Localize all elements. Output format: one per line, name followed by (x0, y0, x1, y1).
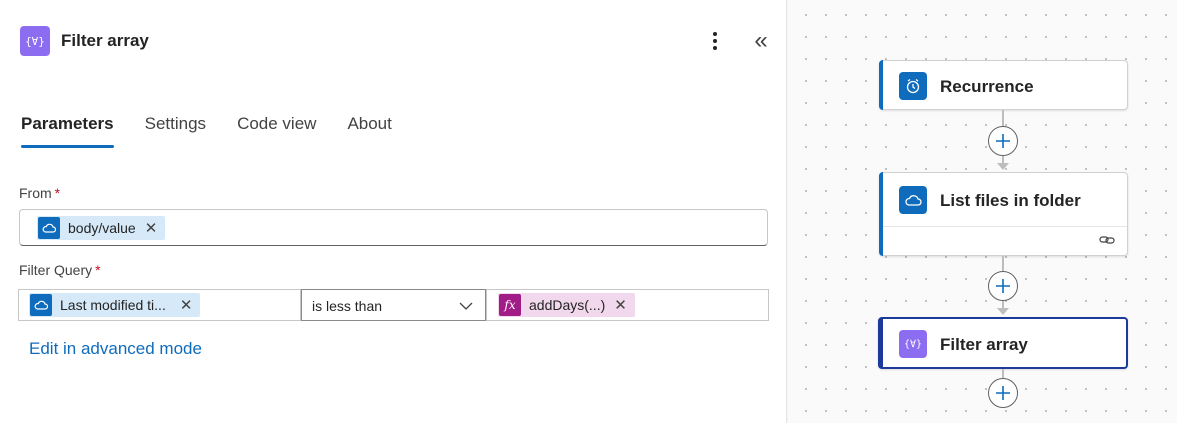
add-new-step-button[interactable] (988, 378, 1018, 408)
more-options-button[interactable] (706, 28, 724, 54)
node-filter-array[interactable]: {∀} Filter array (878, 317, 1128, 369)
tab-parameters[interactable]: Parameters (21, 114, 114, 148)
node-accent-bar (879, 318, 883, 368)
tab-list: Parameters Settings Code view About (21, 114, 423, 148)
remove-token-icon[interactable]: ✕ (145, 219, 158, 237)
filter-array-icon: {∀} (899, 330, 927, 358)
more-dot-icon (713, 32, 717, 36)
node-list-files-in-folder[interactable]: List files in folder (879, 172, 1128, 256)
filter-array-icon: {∀} (20, 26, 50, 56)
more-dot-icon (713, 46, 717, 50)
node-title: List files in folder (940, 191, 1081, 210)
function-icon: fx (499, 294, 521, 316)
operator-dropdown[interactable]: is less than (301, 289, 486, 321)
token-label: body/value (68, 220, 136, 236)
insert-step-button[interactable] (988, 271, 1018, 301)
onedrive-cloud-icon (38, 217, 60, 239)
action-details-panel: {∀} Filter array « Parameters Settings C… (0, 0, 787, 423)
filter-right-operand[interactable]: fx addDays(...) ✕ (486, 289, 769, 321)
chevron-down-icon (459, 290, 473, 333)
panel-header: {∀} Filter array (20, 26, 149, 56)
node-title: Recurrence (940, 77, 1034, 96)
tab-settings[interactable]: Settings (145, 114, 206, 148)
plus-icon (996, 279, 1010, 293)
operator-value: is less than (312, 298, 383, 314)
connector-line (1002, 110, 1004, 126)
insert-step-button[interactable] (988, 126, 1018, 156)
token-label: Last modified ti... (60, 297, 166, 313)
tab-about[interactable]: About (347, 114, 391, 148)
more-dot-icon (713, 39, 717, 43)
plus-icon (996, 134, 1010, 148)
connector-line (1002, 256, 1004, 271)
body-value-token[interactable]: body/value ✕ (37, 216, 166, 240)
add-days-expression-token[interactable]: fx addDays(...) ✕ (498, 293, 635, 317)
edit-advanced-mode-link[interactable]: Edit in advanced mode (29, 339, 202, 359)
onedrive-cloud-icon (30, 294, 52, 316)
node-recurrence[interactable]: Recurrence (879, 60, 1128, 110)
from-label: From * (19, 185, 60, 201)
token-label: addDays(...) (529, 297, 606, 313)
panel-title: Filter array (61, 31, 149, 50)
last-modified-token[interactable]: Last modified ti... ✕ (29, 293, 201, 317)
plus-icon (996, 386, 1010, 400)
connection-link-icon[interactable] (1099, 233, 1115, 251)
node-divider (883, 226, 1127, 227)
clock-icon (899, 72, 927, 100)
node-title: Filter array (940, 335, 1028, 354)
connector-line (1002, 369, 1004, 378)
tab-code-view[interactable]: Code view (237, 114, 316, 148)
collapse-panel-button[interactable]: « (748, 26, 774, 56)
remove-token-icon[interactable]: ✕ (614, 296, 627, 314)
filter-query-label: Filter Query * (19, 262, 101, 278)
required-mark: * (95, 262, 101, 278)
filter-left-operand[interactable]: Last modified ti... ✕ (18, 289, 301, 321)
filter-query-label-text: Filter Query (19, 262, 93, 278)
onedrive-cloud-icon (899, 186, 927, 214)
arrow-down-icon (997, 163, 1009, 170)
arrow-down-icon (997, 308, 1009, 315)
node-accent-bar (879, 172, 883, 256)
remove-token-icon[interactable]: ✕ (180, 296, 193, 314)
required-mark: * (54, 185, 61, 201)
node-accent-bar (879, 60, 883, 110)
from-input[interactable]: body/value ✕ (19, 209, 768, 246)
flow-canvas[interactable]: Recurrence List files in folder {∀} Filt… (788, 0, 1177, 423)
from-label-text: From (19, 185, 52, 201)
